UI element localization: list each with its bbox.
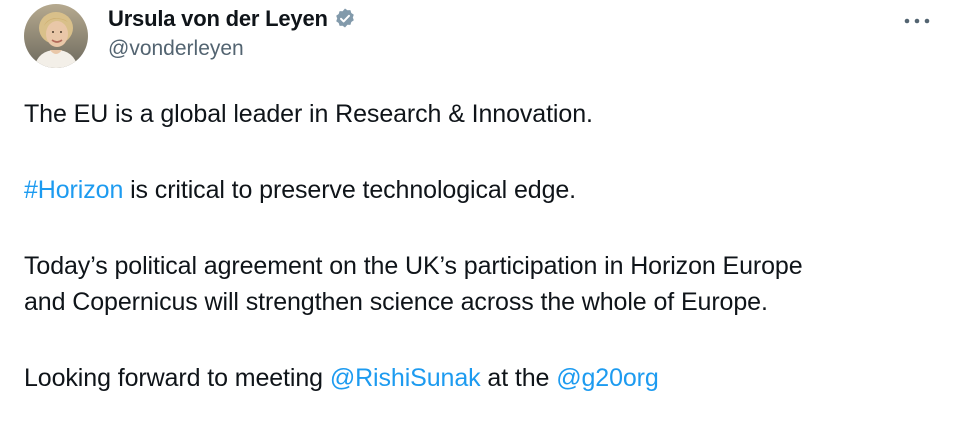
tweet-line-1: The EU is a global leader in Research & … (24, 100, 593, 128)
tweet-line-4-mid: at the (480, 364, 557, 392)
display-name[interactable]: Ursula von der Leyen (108, 6, 328, 32)
more-options-button[interactable] (897, 8, 937, 34)
verified-badge-icon (333, 7, 357, 31)
avatar[interactable] (24, 4, 88, 68)
tweet-line-2-text: is critical to preserve technological ed… (123, 176, 577, 204)
user-info: Ursula von der Leyen @vonderleyen (108, 4, 357, 61)
tweet: Ursula von der Leyen @vonderleyen The EU… (0, 0, 958, 432)
hashtag-link[interactable]: #Horizon (24, 176, 123, 204)
tweet-line-3b: and Copernicus will strengthen science a… (24, 288, 768, 316)
name-row: Ursula von der Leyen (108, 4, 357, 34)
mention-link-rishisunak[interactable]: @RishiSunak (330, 364, 481, 392)
tweet-line-4-start: Looking forward to meeting (24, 364, 330, 392)
tweet-line-3a: Today’s political agreement on the UK’s … (24, 252, 803, 280)
avatar-image (24, 4, 88, 68)
mention-link-g20org[interactable]: @g20org (556, 364, 659, 392)
user-handle[interactable]: @vonderleyen (108, 37, 357, 61)
tweet-line-2: #Horizon is critical to preserve technol… (24, 172, 934, 208)
tweet-line-4: Looking forward to meeting @RishiSunak a… (24, 360, 934, 396)
more-horizontal-icon (904, 18, 930, 24)
tweet-text: The EU is a global leader in Research & … (24, 96, 934, 396)
